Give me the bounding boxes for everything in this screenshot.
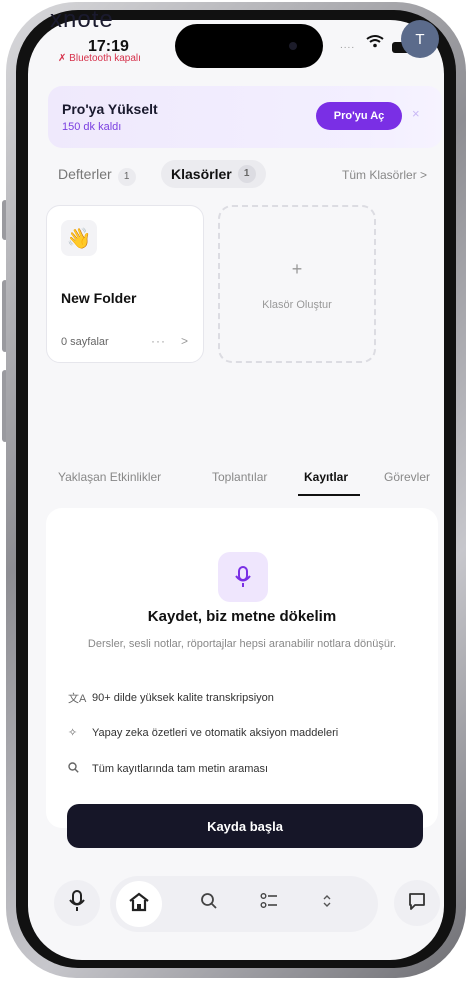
create-folder-card[interactable]: + Klasör Oluştur	[218, 205, 376, 363]
recordings-title: Kaydet, biz metne dökelim	[147, 608, 337, 625]
wifi-icon	[366, 34, 384, 52]
folder-card[interactable]: 👋 New Folder 0 sayfalar ··· >	[46, 205, 204, 363]
bottom-nav	[46, 876, 442, 932]
mic-icon	[68, 889, 86, 917]
open-pro-button[interactable]: Pro'yu Aç	[316, 102, 402, 130]
nav-tasks-button[interactable]	[246, 880, 292, 926]
feature-text: 90+ dilde yüksek kalite transkripsiyon	[92, 692, 274, 704]
tab-tasks[interactable]: Görevler	[384, 470, 430, 484]
nav-chat-button[interactable]	[394, 880, 440, 926]
nav-mic-button[interactable]	[54, 880, 100, 926]
device-stage: xnote 17:19 ✗ Bluetooth kapalı .... T Pr…	[0, 0, 472, 982]
content-tabs: Defterler 1 Klasörler 1 Tüm Klasörler >	[48, 160, 448, 190]
pro-upgrade-banner: Pro'ya Yükselt 150 dk kaldı Pro'yu Aç ×	[48, 86, 442, 148]
sparkles-icon: ✧	[68, 727, 78, 739]
create-folder-label: Klasör Oluştur	[262, 299, 332, 311]
chat-icon	[407, 891, 427, 916]
feature-item: Tüm kayıtlarında tam metin araması	[68, 762, 268, 776]
more-icon[interactable]: ···	[151, 334, 166, 348]
camera-dot	[289, 42, 297, 50]
start-recording-button[interactable]: Kayda başla	[67, 804, 423, 848]
tab-recordings[interactable]: Kayıtlar	[304, 470, 348, 484]
expand-icon	[322, 894, 332, 913]
folder-page-count: 0 sayfalar	[61, 336, 109, 348]
bluetooth-status-text: Bluetooth kapalı	[69, 53, 141, 64]
all-folders-link[interactable]: Tüm Klasörler >	[342, 168, 427, 182]
close-icon[interactable]: ×	[412, 106, 420, 121]
signal-icon: ....	[340, 40, 356, 51]
home-icon	[128, 892, 150, 917]
tasks-icon	[260, 892, 278, 915]
dynamic-island	[175, 24, 323, 68]
nav-home-button[interactable]	[116, 881, 162, 927]
folders-count-badge: 1	[237, 165, 256, 183]
tab-notebooks[interactable]: Defterler 1	[58, 166, 136, 186]
nav-search-button[interactable]	[186, 880, 232, 926]
bluetooth-status: ✗ Bluetooth kapalı	[58, 53, 141, 64]
search-icon	[200, 892, 218, 915]
plus-icon: +	[291, 259, 303, 279]
mic-icon	[218, 552, 268, 602]
chevron-right-icon[interactable]: >	[181, 334, 188, 348]
translate-icon: 文A	[68, 693, 87, 705]
tab-folders[interactable]: Klasörler 1	[161, 160, 266, 188]
tab-upcoming-events[interactable]: Yaklaşan Etkinlikler	[58, 470, 161, 484]
recordings-description: Dersler, sesli notlar, röportajlar hepsi…	[87, 638, 397, 650]
feature-item: ✧ Yapay zeka özetleri ve otomatik aksiyon…	[68, 726, 339, 740]
feature-text: Tüm kayıtlarında tam metin araması	[92, 763, 269, 775]
feature-item: 文A 90+ dilde yüksek kalite transkripsiyon	[68, 690, 274, 706]
notebooks-count-badge: 1	[117, 168, 136, 186]
bluetooth-off-icon: ✗	[58, 53, 70, 64]
waving-hand-icon: 👋	[61, 220, 97, 256]
nav-expand-button[interactable]	[304, 880, 350, 926]
app-logo: xnote	[50, 6, 114, 33]
recordings-empty-state: Kaydet, biz metne dökelim Dersler, sesli…	[46, 508, 438, 828]
feature-text: Yapay zeka özetleri ve otomatik aksiyon …	[92, 726, 339, 739]
pro-banner-title: Pro'ya Yükselt	[62, 101, 158, 117]
avatar[interactable]: T	[401, 20, 439, 58]
search-icon	[68, 762, 92, 776]
pro-banner-subtitle: 150 dk kaldı	[62, 121, 122, 133]
folder-name: New Folder	[61, 290, 137, 306]
tab-notebooks-label: Defterler	[58, 166, 112, 182]
tab-folders-label: Klasörler	[171, 166, 232, 182]
activity-tabs: Yaklaşan Etkinlikler Toplantılar Kayıtla…	[48, 460, 448, 496]
tab-meetings[interactable]: Toplantılar	[212, 470, 267, 484]
active-tab-indicator	[298, 494, 360, 496]
